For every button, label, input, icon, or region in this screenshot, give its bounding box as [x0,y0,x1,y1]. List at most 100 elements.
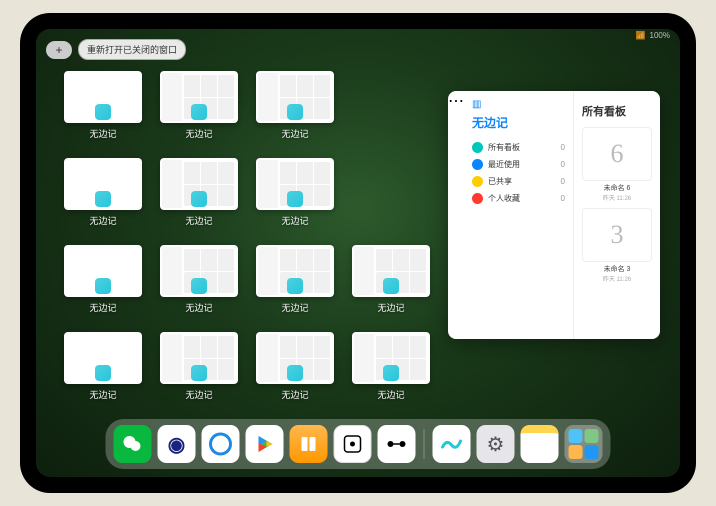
board-card[interactable]: 6 未命名 6 昨天 11:26 [582,127,652,202]
dock-app-quark[interactable]: ◉ [158,425,196,463]
wifi-icon: 📶 [636,31,646,40]
board-date: 昨天 11:26 [582,274,652,283]
dock-app-notes[interactable] [521,425,559,463]
dock-app-dice[interactable] [334,425,372,463]
battery-label: 100% [650,31,670,40]
window-thumbnail [256,332,334,384]
window-thumbnail [160,332,238,384]
add-window-button[interactable]: + [46,41,72,59]
status-bar: 📶 100% [636,31,670,40]
app-label: 无边记 [185,127,212,140]
freeform-icon [439,431,465,457]
dock-app-freeform[interactable] [433,425,471,463]
freeform-main-window[interactable]: ⋯ ▥ 无边记 所有看板 0 最近使用 0 已共享 0 [448,91,660,339]
app-window[interactable]: 无边记 [256,158,334,227]
app-window[interactable]: 无边记 [256,332,334,401]
dock-app-books[interactable] [290,425,328,463]
window-thumbnail [64,71,142,123]
app-window[interactable]: 无边记 [160,332,238,401]
books-icon [298,433,320,455]
dock-separator [424,429,425,459]
wechat-icon [121,432,145,456]
heart-icon [472,193,483,204]
play-icon [255,434,275,454]
grid-icon [472,142,483,153]
app-window[interactable]: 无边记 [160,71,238,140]
dock-app-connect[interactable] [378,425,416,463]
app-label: 无边记 [377,388,404,401]
sidebar-item-count: 0 [561,160,565,169]
ipad-frame: 📶 100% + 重新打开已关闭的窗口 无边记 无边记 无边记 无边记 无边记 … [20,13,696,493]
sidebar-item-label: 个人收藏 [488,193,520,204]
app-window[interactable]: 无边记 [352,332,430,401]
app-window[interactable]: 无边记 [352,245,430,314]
sidebar-item-label: 所有看板 [488,142,520,153]
app-label: 无边记 [185,214,212,227]
app-label: 无边记 [89,214,116,227]
app-window[interactable]: 无边记 [64,71,142,140]
board-card[interactable]: 3 未命名 3 昨天 11:26 [582,208,652,283]
board-name: 未命名 6 [582,183,652,193]
app-window[interactable]: 无边记 [160,158,238,227]
screen: 📶 100% + 重新打开已关闭的窗口 无边记 无边记 无边记 无边记 无边记 … [36,29,680,477]
app-window[interactable]: 无边记 [160,245,238,314]
window-thumbnail [256,245,334,297]
board-preview: 3 [582,208,652,262]
top-controls: + 重新打开已关闭的窗口 [46,39,186,60]
boards-panel: 所有看板 6 未命名 6 昨天 11:26 3 未命名 3 昨天 11:26 [574,91,660,339]
app-window[interactable]: 无边记 [64,158,142,227]
app-label: 无边记 [377,301,404,314]
app-label: 无边记 [281,127,308,140]
boards-panel-title: 所有看板 [582,103,652,119]
window-thumbnail [160,71,238,123]
dock-app-settings[interactable]: ⚙ [477,425,515,463]
window-thumbnail [64,245,142,297]
clock-icon [472,159,483,170]
dock-app-wechat[interactable] [114,425,152,463]
app-label: 无边记 [89,127,116,140]
app-label: 无边记 [185,301,212,314]
people-icon [472,176,483,187]
dock-app-play[interactable] [246,425,284,463]
dock-folder[interactable] [565,425,603,463]
sidebar-item-count: 0 [561,194,565,203]
window-thumbnail [352,245,430,297]
window-thumbnail [160,245,238,297]
window-thumbnail [64,158,142,210]
app-label: 无边记 [89,301,116,314]
dock: ◉ ⚙ [106,419,611,469]
app-label: 无边记 [185,388,212,401]
sidebar-item-count: 0 [561,143,565,152]
sidebar-toggle-icon[interactable]: ▥ [472,99,565,110]
app-window[interactable]: 无边记 [256,245,334,314]
window-thumbnail [352,332,430,384]
sidebar-item-recent[interactable]: 最近使用 0 [472,156,565,173]
dice-icon [342,433,364,455]
dock-app-qqbrowser[interactable] [202,425,240,463]
browser-icon [208,431,234,457]
window-thumbnail [160,158,238,210]
sidebar-title: 无边记 [472,114,565,131]
sidebar-item-shared[interactable]: 已共享 0 [472,173,565,190]
app-label: 无边记 [281,388,308,401]
nodes-icon [385,432,409,456]
app-switcher-grid: 无边记 无边记 无边记 无边记 无边记 无边记 无边记 无边记 无边记 无边记 … [64,71,430,401]
window-thumbnail [64,332,142,384]
board-name: 未命名 3 [582,264,652,274]
sidebar-item-label: 最近使用 [488,159,520,170]
board-date: 昨天 11:26 [582,193,652,202]
app-label: 无边记 [89,388,116,401]
app-window[interactable]: 无边记 [64,332,142,401]
window-more-icon[interactable]: ⋯ [448,91,464,339]
sidebar-item-count: 0 [561,177,565,186]
window-thumbnail [256,71,334,123]
sidebar-item-label: 已共享 [488,176,512,187]
board-preview: 6 [582,127,652,181]
app-label: 无边记 [281,301,308,314]
sidebar-item-favorites[interactable]: 个人收藏 0 [472,190,565,207]
reopen-closed-window-button[interactable]: 重新打开已关闭的窗口 [78,39,186,60]
sidebar-item-all-boards[interactable]: 所有看板 0 [472,139,565,156]
app-window[interactable]: 无边记 [256,71,334,140]
sidebar: ▥ 无边记 所有看板 0 最近使用 0 已共享 0 [464,91,574,339]
app-window[interactable]: 无边记 [64,245,142,314]
